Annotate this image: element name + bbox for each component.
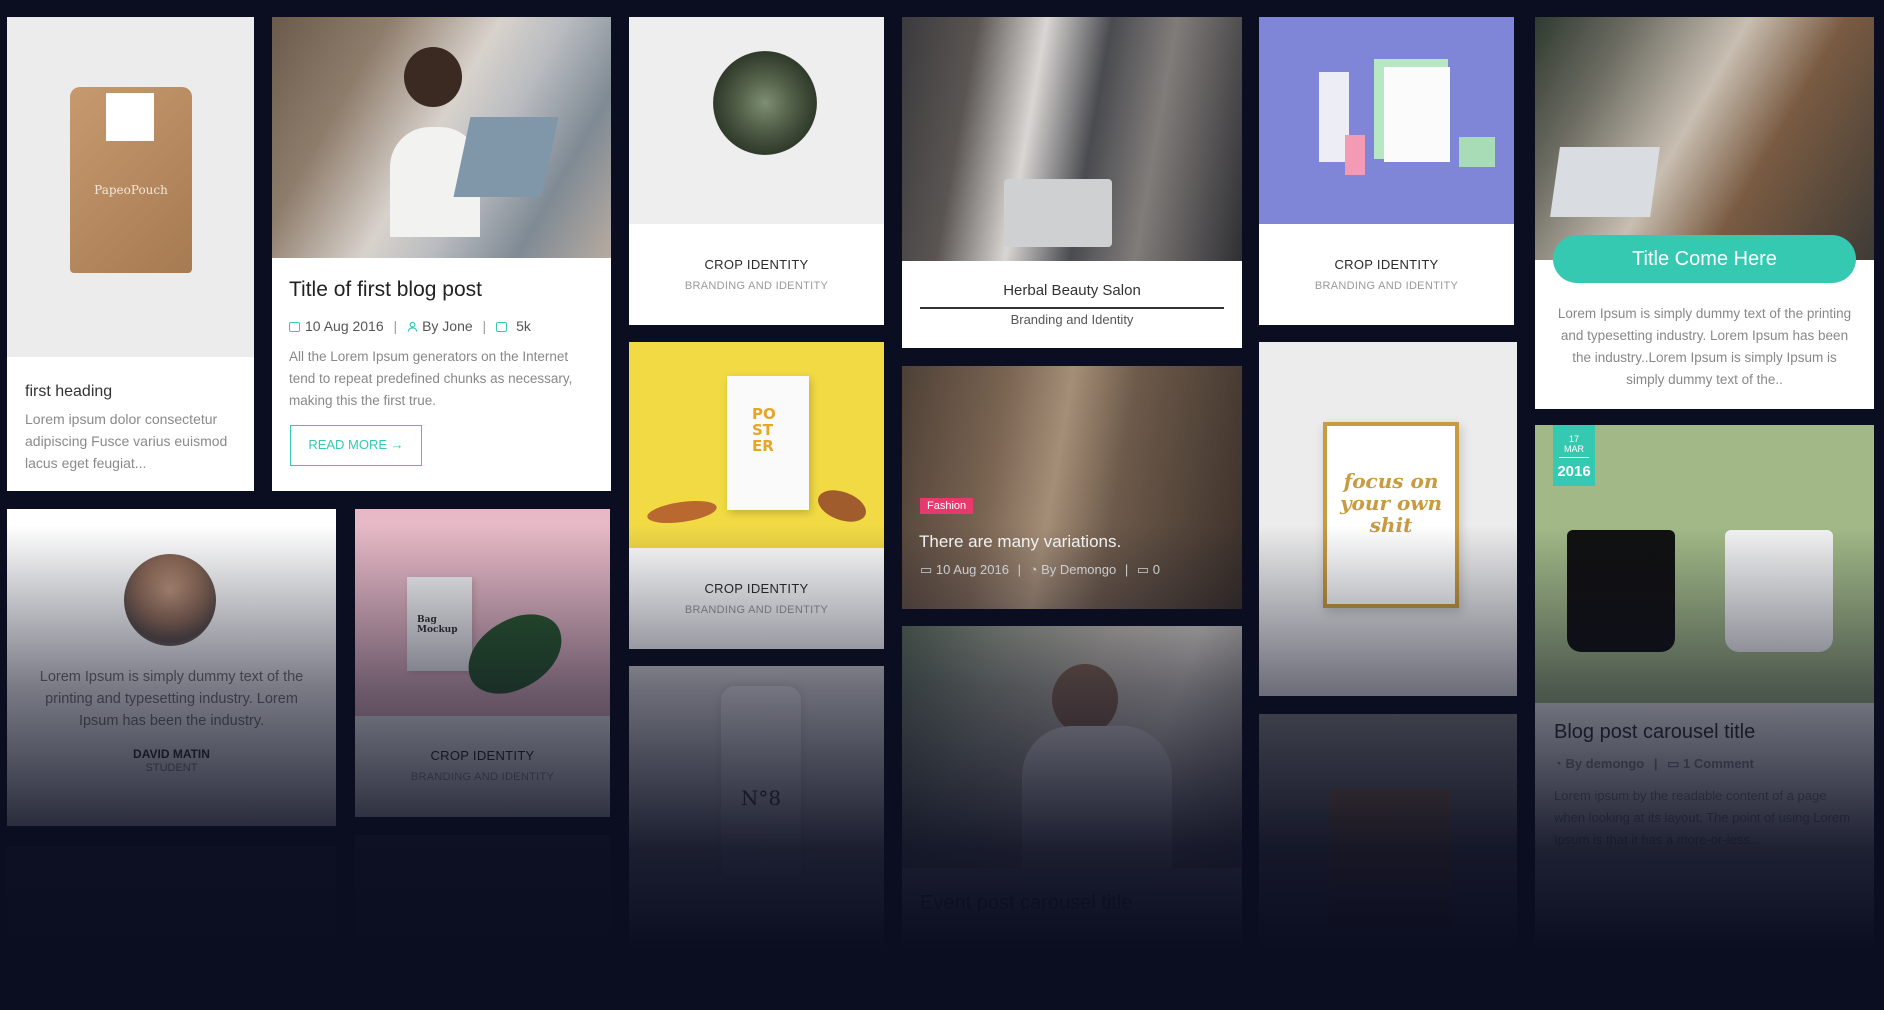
user-icon: ◔ [1029, 562, 1038, 577]
pouch-image: PapeoPouch [7, 17, 254, 357]
bag-card[interactable]: Bag Mockup CROP IDENTITY BRANDING AND ID… [355, 509, 610, 817]
comment-icon [496, 322, 508, 332]
date-badge: 17 MAR 2016 [1553, 425, 1595, 486]
stationery-image [1259, 17, 1514, 224]
date-badge-day: 17 MAR [1559, 434, 1589, 458]
user-icon: ◔ [1554, 756, 1562, 771]
mug-card[interactable]: 17 MAR 2016 Blog post carousel title ◔ B… [1535, 425, 1874, 1010]
bottle-card[interactable]: N°8 [629, 666, 884, 1010]
team-text: Lorem Ipsum is simply dummy text of the … [1557, 306, 1852, 387]
focus-text: focus on your own shit [1339, 469, 1443, 537]
pouch-image-faded [1329, 789, 1451, 929]
pouch-brand: PapeoPouch [94, 183, 168, 197]
date-badge-year: 2016 [1557, 463, 1591, 480]
testimonial-name: DAVID MATIN [133, 747, 210, 761]
mug-title[interactable]: Blog post carousel title [1554, 721, 1755, 744]
focus-frame: focus on your own shit [1323, 422, 1459, 608]
blog-post-author[interactable]: By Jone [422, 318, 473, 334]
herbal-subtitle: Branding and Identity [1010, 312, 1134, 327]
herbal-divider [920, 307, 1224, 309]
read-more-label: READ MORE [308, 437, 388, 452]
focus-card[interactable]: focus on your own shit [1259, 342, 1517, 696]
bottle-label: N°8 [740, 786, 782, 810]
fashion-card[interactable]: Fashion There are many variations. ▭ 10 … [902, 366, 1242, 609]
succulent-image [629, 17, 884, 224]
comment-icon: ▭ [1667, 756, 1680, 771]
poster-title: CROP IDENTITY [704, 581, 809, 596]
fashion-date: 10 Aug 2016 [935, 562, 1009, 577]
faded-card-col2 [355, 835, 610, 1010]
blog-post-comments: 5k [516, 318, 531, 334]
team-card[interactable]: Title Come Here Lorem Ipsum is simply du… [1535, 17, 1874, 409]
team-image [1535, 17, 1874, 260]
avatar [124, 554, 216, 646]
business-meeting-image [902, 17, 1242, 261]
crop-identity-card-2[interactable]: CROP IDENTITY BRANDING AND IDENTITY [1259, 17, 1514, 325]
crop-identity-title-1: CROP IDENTITY [704, 257, 809, 272]
calendar-icon: ▭ [920, 562, 933, 577]
blog-post-date: 10 Aug 2016 [305, 318, 384, 334]
bag-subtitle: BRANDING AND IDENTITY [410, 771, 555, 783]
herbal-title: Herbal Beauty Salon [1003, 282, 1141, 299]
blog-post-card[interactable]: Title of first blog post 10 Aug 2016 | B… [272, 17, 611, 491]
blog-post-excerpt: All the Lorem Ipsum generators on the In… [289, 349, 573, 408]
blog-post-title[interactable]: Title of first blog post [289, 278, 482, 302]
herbal-card[interactable]: Herbal Beauty Salon Branding and Identit… [902, 17, 1242, 348]
fashion-title[interactable]: There are many variations. [919, 532, 1121, 552]
mug-author[interactable]: By demongo [1565, 756, 1644, 771]
faded-card-col1 [7, 846, 336, 1010]
fashion-meta: ▭ 10 Aug 2016 | ◔ By Demongo | ▭ 0 [920, 562, 1161, 577]
pouch-text: Lorem ipsum dolor consectetur adipiscing… [25, 411, 228, 471]
crop-identity-subtitle-1: BRANDING AND IDENTITY [684, 280, 829, 292]
fashion-author[interactable]: By Demongo [1041, 562, 1116, 577]
event-card[interactable]: Event post carousel title [902, 626, 1242, 1010]
read-more-button[interactable]: READ MORE → [290, 425, 422, 466]
faded-card-col5 [1259, 714, 1517, 1010]
pouch-heading: first heading [25, 383, 113, 400]
calendar-icon [289, 322, 300, 332]
bag-image: Bag Mockup [355, 509, 610, 716]
poster-card[interactable]: PO ST ER CROP IDENTITY BRANDING AND IDENTI… [629, 342, 884, 649]
poster-image: PO ST ER [629, 342, 884, 548]
bottle-image: N°8 [721, 686, 801, 876]
event-title[interactable]: Event post carousel title [920, 892, 1132, 915]
title-come-here-label: Title Come Here [1632, 248, 1777, 270]
crop-identity-card-1[interactable]: CROP IDENTITY BRANDING AND IDENTITY [629, 17, 884, 325]
office-man-image [902, 626, 1242, 868]
title-come-here-button[interactable]: Title Come Here [1553, 235, 1856, 283]
bag-label: Bag Mockup [417, 615, 458, 635]
arrow-right-icon: → [390, 437, 404, 452]
fashion-badge[interactable]: Fashion [920, 498, 974, 514]
pouch-card[interactable]: PapeoPouch first heading Lorem ipsum dol… [7, 17, 254, 491]
fashion-comments: 0 [1152, 562, 1161, 577]
crop-identity-title-2: CROP IDENTITY [1334, 257, 1439, 272]
comment-icon: ▭ [1136, 562, 1150, 577]
testimonial-card[interactable]: Lorem Ipsum is simply dummy text of the … [7, 509, 336, 826]
testimonial-role: STUDENT [145, 762, 198, 774]
mug-meta: ◔ By demongo | ▭ 1 Comment [1554, 756, 1754, 771]
mug-comments: 1 Comment [1683, 756, 1754, 771]
blog-post-image [272, 17, 611, 258]
crop-identity-subtitle-2: BRANDING AND IDENTITY [1314, 280, 1459, 292]
testimonial-text: Lorem Ipsum is simply dummy text of the … [39, 669, 304, 729]
blog-post-meta: 10 Aug 2016 | By Jone | 5k [289, 318, 531, 334]
bag-title: CROP IDENTITY [430, 748, 535, 763]
mug-excerpt: Lorem ipsum by the readable content of a… [1554, 788, 1851, 847]
poster-subtitle: BRANDING AND IDENTITY [684, 604, 829, 616]
user-icon [407, 321, 418, 332]
